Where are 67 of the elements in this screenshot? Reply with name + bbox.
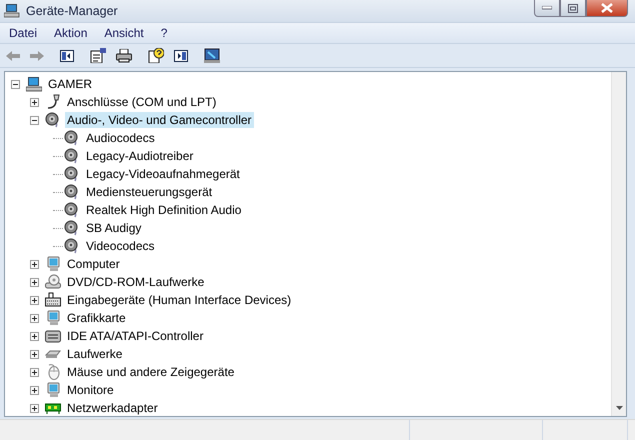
speaker-icon	[64, 220, 80, 236]
expand-toggle[interactable]	[30, 350, 39, 358]
tree-item[interactable]: Grafikkarte	[65, 310, 128, 326]
computer-icon	[26, 76, 42, 92]
expand-toggle[interactable]	[30, 116, 39, 124]
tree-item[interactable]: Audio-, Video- und Gamecontroller	[65, 112, 254, 128]
maximize-button[interactable]	[560, 0, 586, 17]
tree-item[interactable]: Audiocodecs	[84, 130, 157, 146]
computer-icon	[4, 4, 20, 18]
speaker-icon	[45, 112, 61, 128]
close-icon	[600, 3, 614, 13]
tree-item[interactable]: Videocodecs	[84, 238, 156, 254]
panel-icon[interactable]	[60, 50, 74, 62]
window-title: Geräte-Manager	[26, 4, 118, 18]
scroll-down-icon[interactable]	[616, 406, 622, 410]
tree-item[interactable]: Monitore	[65, 382, 116, 398]
monitor-icon[interactable]	[204, 48, 220, 63]
printer-icon[interactable]	[116, 48, 132, 62]
tree-item[interactable]: Realtek High Definition Audio	[84, 202, 244, 218]
expand-toggle[interactable]	[30, 98, 39, 106]
expand-toggle[interactable]	[30, 314, 39, 322]
expand-toggle[interactable]	[30, 278, 39, 286]
connector-icon	[45, 94, 61, 110]
menu-item[interactable]: Ansicht	[99, 26, 151, 40]
keyboard-icon	[45, 292, 61, 308]
tree-item[interactable]: Anschlüsse (COM und LPT)	[65, 94, 218, 110]
tree-item[interactable]: IDE ATA/ATAPI-Controller	[65, 328, 206, 344]
expand-toggle[interactable]	[30, 296, 39, 304]
speaker-icon	[64, 130, 80, 146]
tree-item[interactable]: Mäuse und andere Zeigegeräte	[65, 364, 236, 380]
close-button[interactable]	[586, 0, 628, 17]
tree-item[interactable]: Legacy-Videoaufnahmegerät	[84, 166, 242, 182]
disc-drive-icon	[45, 274, 61, 290]
tree-item[interactable]: Legacy-Audiotreiber	[84, 148, 196, 164]
expand-toggle[interactable]	[30, 368, 39, 376]
minimize-icon	[542, 6, 552, 10]
tree-item[interactable]: DVD/CD-ROM-Laufwerke	[65, 274, 206, 290]
monitor-icon	[45, 310, 61, 326]
maximize-icon	[568, 4, 578, 12]
speaker-icon	[64, 184, 80, 200]
tree-item[interactable]: Computer	[65, 256, 122, 272]
scrollbar[interactable]	[611, 72, 626, 416]
monitor-icon	[45, 256, 61, 272]
tree-item[interactable]: Laufwerke	[65, 346, 124, 362]
monitor-icon	[45, 382, 61, 398]
menu-item[interactable]: Aktion	[49, 26, 94, 40]
expand-toggle[interactable]	[30, 260, 39, 268]
minimize-button[interactable]	[534, 0, 560, 17]
panel-icon[interactable]	[174, 50, 188, 62]
tree-item[interactable]: GAMER	[46, 76, 94, 92]
menu-item[interactable]: ?	[156, 26, 174, 40]
tree-item[interactable]: SB Audigy	[84, 220, 144, 236]
speaker-icon	[64, 166, 80, 182]
menu-item[interactable]: Datei	[4, 26, 44, 40]
expand-toggle[interactable]	[11, 80, 20, 88]
speaker-icon	[64, 148, 80, 164]
drive-icon	[45, 328, 61, 344]
expand-toggle[interactable]	[30, 332, 39, 340]
expand-toggle[interactable]	[30, 386, 39, 394]
tree-item[interactable]: Eingabegeräte (Human Interface Devices)	[65, 292, 294, 308]
help-icon[interactable]	[148, 48, 164, 63]
speaker-icon	[64, 202, 80, 218]
properties-icon[interactable]	[90, 48, 106, 63]
tree-item[interactable]: Netzwerkadapter	[65, 400, 160, 416]
expand-toggle[interactable]	[30, 404, 39, 412]
tree-item[interactable]: Mediensteuerungsgerät	[84, 184, 214, 200]
speaker-icon	[64, 238, 80, 254]
